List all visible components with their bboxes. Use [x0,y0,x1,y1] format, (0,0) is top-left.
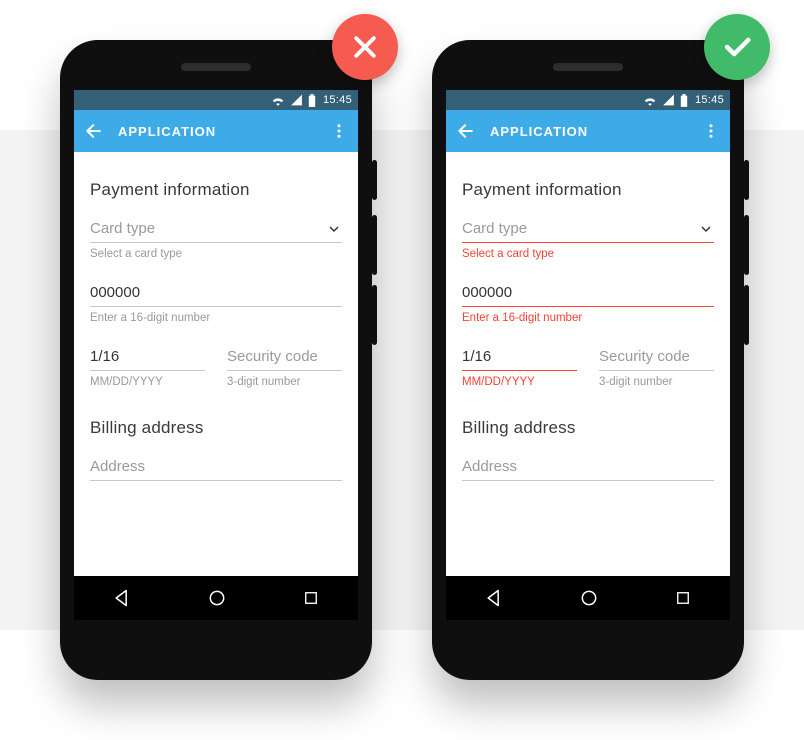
card-number-hint: Enter a 16-digit number [462,312,714,324]
phone-screen: 15:45 APPLICATION Payment information Ca… [74,90,358,620]
android-nav-bar [446,576,730,620]
section-billing-title: Billing address [462,418,714,438]
back-button[interactable] [84,121,104,141]
section-billing-title: Billing address [90,418,342,438]
expiry-hint: MM/DD/YYYY [462,376,577,388]
nav-recent-icon [674,589,692,607]
nav-home-button[interactable] [579,588,599,608]
nav-back-icon [484,588,504,608]
card-number-hint: Enter a 16-digit number [90,312,342,324]
phone-side-button [372,160,377,200]
nav-recent-icon [302,589,320,607]
expiry-hint: MM/DD/YYYY [90,376,205,388]
card-type-field[interactable]: Card type Select a card type [462,216,714,260]
csc-field[interactable]: Security code 3-digit number [599,344,714,388]
nav-recent-button[interactable] [302,589,320,607]
wifi-icon [643,94,657,106]
arrow-left-icon [456,121,476,141]
app-bar: APPLICATION [446,110,730,152]
card-type-hint: Select a card type [90,248,342,260]
phone-left: 15:45 APPLICATION Payment information Ca… [60,40,372,680]
card-type-hint: Select a card type [462,248,714,260]
nav-home-icon [207,588,227,608]
status-bar: 15:45 [446,90,730,110]
do-badge [704,14,770,80]
phone-screen: 15:45 APPLICATION Payment information Ca… [446,90,730,620]
more-vert-icon [702,122,720,140]
nav-back-button[interactable] [112,588,132,608]
signal-icon [290,94,303,106]
phone-side-button [744,285,749,345]
nav-home-button[interactable] [207,588,227,608]
signal-icon [662,94,675,106]
comparison-stage: 15:45 APPLICATION Payment information Ca… [0,0,804,740]
card-number-value: 000000 [462,284,512,301]
nav-recent-button[interactable] [674,589,692,607]
overflow-menu-button[interactable] [330,122,348,140]
expiry-field[interactable]: 1/16 MM/DD/YYYY [90,344,205,388]
more-vert-icon [330,122,348,140]
back-button[interactable] [456,121,476,141]
section-payment-title: Payment information [462,180,714,200]
address-field[interactable]: Address [462,454,714,481]
battery-icon [308,94,316,107]
nav-home-icon [579,588,599,608]
card-number-field[interactable]: 000000 Enter a 16-digit number [90,280,342,324]
phone-right: 15:45 APPLICATION Payment information Ca… [432,40,744,680]
status-clock: 15:45 [323,94,352,106]
phone-side-button [372,285,377,345]
app-bar: APPLICATION [74,110,358,152]
card-type-field[interactable]: Card type Select a card type [90,216,342,260]
address-field[interactable]: Address [90,454,342,481]
dont-badge [332,14,398,80]
expiry-value: 1/16 [462,348,491,365]
chevron-down-icon [698,221,714,237]
csc-placeholder: Security code [227,348,318,365]
check-icon [720,30,754,64]
address-placeholder: Address [462,458,517,475]
phone-side-button [372,215,377,275]
status-clock: 15:45 [695,94,724,106]
expiry-field[interactable]: 1/16 MM/DD/YYYY [462,344,577,388]
nav-back-icon [112,588,132,608]
card-type-placeholder: Card type [90,220,155,237]
csc-hint: 3-digit number [227,376,342,388]
card-type-placeholder: Card type [462,220,527,237]
form-content: Payment information Card type Select a c… [446,152,730,481]
android-nav-bar [74,576,358,620]
form-content: Payment information Card type Select a c… [74,152,358,481]
expiry-value: 1/16 [90,348,119,365]
cross-icon [350,32,380,62]
address-placeholder: Address [90,458,145,475]
nav-back-button[interactable] [484,588,504,608]
csc-placeholder: Security code [599,348,690,365]
app-bar-title: APPLICATION [490,124,688,139]
phone-side-button [744,215,749,275]
overflow-menu-button[interactable] [702,122,720,140]
wifi-icon [271,94,285,106]
card-number-field[interactable]: 000000 Enter a 16-digit number [462,280,714,324]
section-payment-title: Payment information [90,180,342,200]
phone-side-button [744,160,749,200]
status-bar: 15:45 [74,90,358,110]
csc-field[interactable]: Security code 3-digit number [227,344,342,388]
app-bar-title: APPLICATION [118,124,316,139]
csc-hint: 3-digit number [599,376,714,388]
card-number-value: 000000 [90,284,140,301]
battery-icon [680,94,688,107]
chevron-down-icon [326,221,342,237]
arrow-left-icon [84,121,104,141]
